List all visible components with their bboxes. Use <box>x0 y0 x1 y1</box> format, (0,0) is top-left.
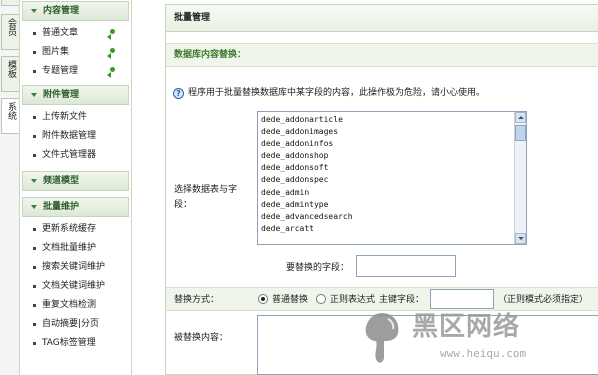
bullet-icon <box>33 266 36 269</box>
sidebar-item-doc-batch[interactable]: 文档批量维护 <box>20 239 131 258</box>
sidebar-item-duplicate-check[interactable]: 重复文档检测 <box>20 296 131 315</box>
chevron-down-icon <box>31 205 37 209</box>
list-item[interactable]: dede_admintype <box>261 199 526 211</box>
sidebar-item-label: 普通文章 <box>42 28 79 38</box>
field-input[interactable] <box>356 255 456 277</box>
scroll-up-icon[interactable] <box>515 112 526 123</box>
sidebar-item-label: 文件式管理器 <box>42 150 97 160</box>
sidebar-item-doc-keywords[interactable]: 文档关键词维护 <box>20 277 131 296</box>
vtab-label: 系统 <box>6 102 16 120</box>
sidebar-group-items: 更新系统缓存 文档批量维护 搜索关键词维护 文档关键词维护 重复文档检测 自动摘… <box>20 217 131 357</box>
sidebar-item-search-keywords[interactable]: 搜索关键词维护 <box>20 258 131 277</box>
list-item[interactable]: dede_addonsoft <box>261 162 526 174</box>
bullet-icon <box>33 135 36 138</box>
info-icon: ? <box>173 88 184 99</box>
table-select-label: 选择数据表与字段： <box>174 185 238 210</box>
list-item[interactable]: dede_addonimages <box>261 126 526 138</box>
info-line: ? 程序用于批量替换数据库中某字段的内容，此操作极为危险，请小心使用。 <box>173 85 485 101</box>
mode-label: 替换方式： <box>174 295 220 305</box>
bullet-icon <box>33 304 36 307</box>
sidebar-item-label: 文档关键词维护 <box>42 281 106 291</box>
table-listbox[interactable]: dede_addonarticle dede_addonimages dede_… <box>257 111 527 245</box>
listbox-scrollbar[interactable] <box>514 112 526 244</box>
vertical-tab-strip: 会员 模板 系统 <box>0 0 20 375</box>
sidebar-item-label: 附件数据管理 <box>42 131 97 141</box>
sidebar-item-label: TAG标签管理 <box>42 338 96 348</box>
bullet-icon <box>33 154 36 157</box>
table-list: dede_addonarticle dede_addonimages dede_… <box>258 112 526 235</box>
chevron-down-icon <box>31 179 37 183</box>
list-item[interactable]: dede_addoninfos <box>261 138 526 150</box>
bullet-icon <box>33 51 36 54</box>
vtab-template[interactable]: 模板 <box>1 56 19 92</box>
sidebar-item-upload[interactable]: 上传新文件 <box>20 108 131 127</box>
bullet-icon <box>33 116 36 119</box>
sidebar-item-update-cache[interactable]: 更新系统缓存 <box>20 220 131 239</box>
sidebar-item-gallery[interactable]: 图片集 <box>20 43 131 62</box>
radio-label: 普通替换 <box>272 295 309 305</box>
vtab-system[interactable]: 系统 <box>1 98 19 134</box>
sidebar-item-label: 更新系统缓存 <box>42 224 97 234</box>
sidebar-item-file-manager[interactable]: 文件式管理器 <box>20 146 131 165</box>
vtab-label: 会员 <box>6 18 16 36</box>
sidebar-group-title: 附件管理 <box>43 90 80 100</box>
sidebar-item-label: 文档批量维护 <box>42 243 97 253</box>
sidebar: 内容管理 普通文章 图片集 专题管理 附件管理 上传新文件 附件数据管理 文件式… <box>20 0 132 375</box>
scroll-down-icon[interactable] <box>515 233 526 244</box>
sidebar-group-items: 上传新文件 附件数据管理 文件式管理器 <box>20 105 131 169</box>
vtab-top-partial[interactable] <box>1 0 19 6</box>
sidebar-group-title: 批量维护 <box>43 202 80 212</box>
bullet-icon <box>33 285 36 288</box>
bullet-icon <box>33 32 36 35</box>
sidebar-item-label: 专题管理 <box>42 66 79 76</box>
sidebar-item-attachment-data[interactable]: 附件数据管理 <box>20 127 131 146</box>
bullet-icon <box>33 228 36 231</box>
radio-normal-replace[interactable] <box>258 294 268 304</box>
section-title: 数据库内容替换： <box>166 43 598 67</box>
sidebar-group-content[interactable]: 内容管理 <box>22 1 129 21</box>
sidebar-item-tag-manage[interactable]: TAG标签管理 <box>20 334 131 353</box>
bullet-icon <box>33 247 36 250</box>
sidebar-group-attachments[interactable]: 附件管理 <box>22 85 129 105</box>
watermark-logo-icon <box>365 313 399 363</box>
sidebar-item-label: 自动摘要|分页 <box>42 319 100 329</box>
vtab-member[interactable]: 会员 <box>1 14 19 50</box>
list-item[interactable]: dede_admin <box>261 187 526 199</box>
field-label: 要替换的字段： <box>286 263 350 273</box>
watermark-brand: 黑区网络 <box>412 312 521 342</box>
list-item[interactable]: dede_arcatt <box>261 223 526 235</box>
sidebar-item-auto-summary[interactable]: 自动摘要|分页 <box>20 315 131 334</box>
watermark: 黑区网络 www.heiqu.com <box>356 305 598 375</box>
sidebar-group-channel-model[interactable]: 频道模型 <box>22 171 129 191</box>
info-text: 程序用于批量替换数据库中某字段的内容，此操作极为危险，请小心使用。 <box>188 88 486 98</box>
sidebar-group-batch[interactable]: 批量维护 <box>22 197 129 217</box>
sidebar-group-title: 内容管理 <box>43 6 80 16</box>
bullet-icon <box>33 323 36 326</box>
sidebar-group-title: 频道模型 <box>43 176 80 186</box>
add-arrow-icon[interactable] <box>107 29 117 40</box>
watermark-url: www.heiqu.com <box>440 347 527 360</box>
list-item[interactable]: dede_addonshop <box>261 150 526 162</box>
sidebar-group-items: 普通文章 图片集 专题管理 <box>20 21 131 85</box>
add-arrow-icon[interactable] <box>107 48 117 59</box>
sidebar-item-special[interactable]: 专题管理 <box>20 62 131 81</box>
sidebar-item-label: 图片集 <box>42 47 70 57</box>
scroll-thumb[interactable] <box>515 125 526 141</box>
chevron-down-icon <box>31 9 37 13</box>
page-title: 批量管理 <box>166 5 598 32</box>
bullet-icon <box>33 342 36 345</box>
list-item[interactable]: dede_addonspec <box>261 174 526 186</box>
bullet-icon <box>33 70 36 73</box>
vtab-label: 模板 <box>6 60 16 78</box>
sidebar-item-label: 搜索关键词维护 <box>42 262 106 272</box>
list-item[interactable]: dede_addonarticle <box>261 114 526 126</box>
sidebar-item-label: 重复文档检测 <box>42 300 97 310</box>
radio-regex-replace[interactable] <box>316 294 326 304</box>
add-arrow-icon[interactable] <box>107 67 117 78</box>
sidebar-item-label: 上传新文件 <box>42 112 88 122</box>
replace-label: 被替换内容： <box>174 333 229 343</box>
sidebar-item-article[interactable]: 普通文章 <box>20 24 131 43</box>
list-item[interactable]: dede_advancedsearch <box>261 211 526 223</box>
chevron-down-icon <box>31 93 37 97</box>
